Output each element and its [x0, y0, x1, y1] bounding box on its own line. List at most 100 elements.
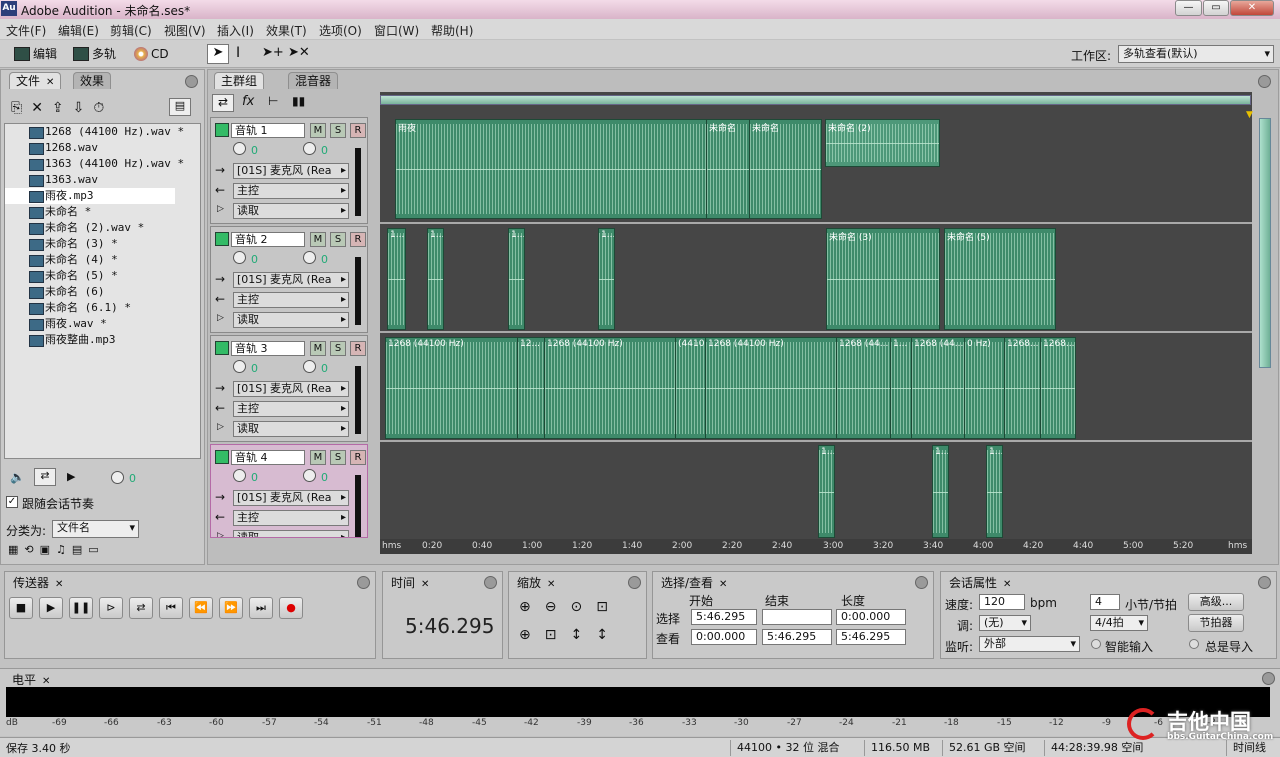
selection-start-field[interactable]: 5:46.295	[691, 609, 757, 625]
time-ruler[interactable]: hms 0:20 0:40 1:00 1:20 1:40 2:00 2:20 2…	[380, 539, 1252, 554]
panel-menu-icon[interactable]	[1258, 576, 1271, 589]
mute-button[interactable]: M	[310, 450, 326, 465]
selection-end-field[interactable]	[762, 609, 832, 625]
zoom-vertical-icons[interactable]: ⊕⊡↕↕	[519, 627, 622, 643]
menu-insert[interactable]: 插入(I)	[217, 22, 254, 39]
rewind-button[interactable]: ⏪	[189, 597, 213, 619]
expand-icon[interactable]: ▷	[217, 531, 224, 537]
pan-knob[interactable]	[303, 360, 316, 373]
audio-clip[interactable]: 1268...	[1040, 337, 1076, 439]
record-button[interactable]: R	[350, 232, 366, 247]
fast-forward-button[interactable]: ⏩	[219, 597, 243, 619]
output-select[interactable]: 主控	[233, 183, 349, 199]
menu-help[interactable]: 帮助(H)	[431, 22, 473, 39]
menu-view[interactable]: 视图(V)	[164, 22, 206, 39]
horizontal-zoom-scrollbar[interactable]	[380, 95, 1251, 105]
loop-play-button[interactable]: ⇄	[129, 597, 153, 619]
audio-clip[interactable]: 1...	[387, 228, 406, 330]
list-item[interactable]: 1363 (44100 Hz).wav *	[5, 156, 200, 172]
vertical-scrollbar[interactable]	[1259, 118, 1271, 368]
record-button[interactable]: R	[350, 123, 366, 138]
audio-clip[interactable]: 1268 (44100 Hz)	[705, 337, 837, 439]
track-lane-4[interactable]: 1... 1... 1...	[380, 443, 1252, 539]
audio-clip[interactable]: 1...	[986, 445, 1003, 538]
fx-icon[interactable]: fx	[242, 94, 254, 109]
expand-icon[interactable]: ▷	[217, 422, 224, 432]
close-window-button[interactable]: ✕	[1230, 0, 1274, 16]
list-item-selected[interactable]: 雨夜.mp3	[5, 188, 175, 204]
audio-clip[interactable]: 1268...	[1004, 337, 1041, 439]
input-select[interactable]: [01S] 麦克风 (Rea	[233, 490, 349, 506]
solo-button[interactable]: S	[330, 123, 346, 138]
audio-clip[interactable]: 1...	[508, 228, 525, 330]
list-item[interactable]: 1268 (44100 Hz).wav *	[5, 124, 200, 140]
track-name-field[interactable]: 音轨 3	[231, 341, 305, 356]
list-item[interactable]: 雨夜.wav *	[5, 316, 200, 332]
time-selection-tool-icon[interactable]: I	[236, 45, 240, 61]
audio-clip[interactable]: 1268 (44...	[836, 337, 891, 439]
audio-clip[interactable]: 未命名	[749, 119, 822, 219]
track-lane-3[interactable]: 1268 (44100 Hz) 12... 1268 (44100 Hz) (4…	[380, 334, 1252, 442]
smart-input-radio[interactable]	[1091, 639, 1101, 649]
audio-clip[interactable]: 1...	[427, 228, 444, 330]
panel-menu-icon[interactable]	[1262, 672, 1275, 685]
eq-icon[interactable]: ▮▮	[292, 94, 305, 108]
close-icon[interactable]: ✕	[42, 676, 50, 687]
automation-mode-select[interactable]: 读取	[233, 421, 349, 437]
solo-button[interactable]: S	[330, 232, 346, 247]
audio-clip[interactable]: 雨夜	[395, 119, 707, 219]
record-button[interactable]: R	[350, 450, 366, 465]
tab-files[interactable]: 文件 ✕	[9, 72, 62, 89]
tempo-field[interactable]: 120	[979, 594, 1025, 610]
tab-effects[interactable]: 效果	[73, 72, 112, 89]
multitrack-timeline[interactable]: 雨夜 未命名 未命名 未命名 (2) 1... 1... 1... 1... 未…	[380, 92, 1252, 554]
list-item[interactable]: 1268.wav	[5, 140, 200, 156]
mute-button[interactable]: M	[310, 123, 326, 138]
audio-clip[interactable]: 12...	[517, 337, 545, 439]
pause-button[interactable]: ❚❚	[69, 597, 93, 619]
mute-button[interactable]: M	[310, 341, 326, 356]
edit-view-button[interactable]: 编辑	[14, 45, 57, 63]
close-icon[interactable]: ✕	[55, 579, 63, 590]
scrub-tool-icon[interactable]: ➤✕	[288, 45, 310, 60]
play-from-cursor-button[interactable]: ⊳	[99, 597, 123, 619]
minimize-button[interactable]: —	[1175, 0, 1202, 16]
output-select[interactable]: 主控	[233, 510, 349, 526]
time-signature-select[interactable]: 4/4拍 ▾	[1090, 615, 1148, 631]
sends-icon[interactable]: ⊢	[268, 94, 278, 108]
panel-menu-icon[interactable]	[484, 576, 497, 589]
maximize-button[interactable]: ▭	[1203, 0, 1229, 16]
selection-length-field[interactable]: 0:00.000	[836, 609, 906, 625]
volume-knob[interactable]	[233, 251, 246, 264]
volume-knob[interactable]	[233, 142, 246, 155]
automation-mode-select[interactable]: 读取	[233, 530, 349, 537]
sort-select[interactable]: 文件名 ▾	[52, 520, 139, 538]
panel-menu-icon[interactable]	[915, 576, 928, 589]
tab-main-group[interactable]: 主群组	[214, 72, 265, 89]
view-length-field[interactable]: 5:46.295	[836, 629, 906, 645]
beats-field[interactable]: 4	[1090, 594, 1120, 610]
tab-mixer[interactable]: 混音器	[288, 72, 339, 89]
go-to-start-button[interactable]: ⏮	[159, 597, 183, 619]
close-icon[interactable]: ✕	[46, 77, 54, 88]
panel-menu-icon[interactable]	[185, 75, 198, 88]
go-to-end-button[interactable]: ⏭	[249, 597, 273, 619]
key-select[interactable]: (无) ▾	[979, 615, 1031, 631]
always-import-radio[interactable]	[1189, 639, 1199, 649]
record-button[interactable]: R	[350, 341, 366, 356]
close-icon[interactable]: ✕	[421, 579, 429, 590]
list-item[interactable]: 未命名 (2).wav *	[5, 220, 200, 236]
audio-clip[interactable]: 1268 (44100 Hz)	[544, 337, 676, 439]
follow-tempo-checkbox[interactable]: ✓	[6, 496, 18, 508]
metronome-button[interactable]: 节拍器	[1188, 614, 1244, 632]
audio-clip[interactable]: 1...	[932, 445, 949, 538]
view-end-field[interactable]: 5:46.295	[762, 629, 832, 645]
volume-knob[interactable]	[233, 360, 246, 373]
list-item[interactable]: 未命名 (4) *	[5, 252, 200, 268]
speaker-icon[interactable]: 🔈	[10, 470, 25, 484]
play-preview-icon[interactable]: ▶	[67, 470, 75, 483]
show-options-icon[interactable]: ▤	[169, 98, 191, 116]
track-lane-2[interactable]: 1... 1... 1... 1... 未命名 (3) 未命名 (5)	[380, 225, 1252, 333]
track-name-field[interactable]: 音轨 1	[231, 123, 305, 138]
solo-button[interactable]: S	[330, 341, 346, 356]
